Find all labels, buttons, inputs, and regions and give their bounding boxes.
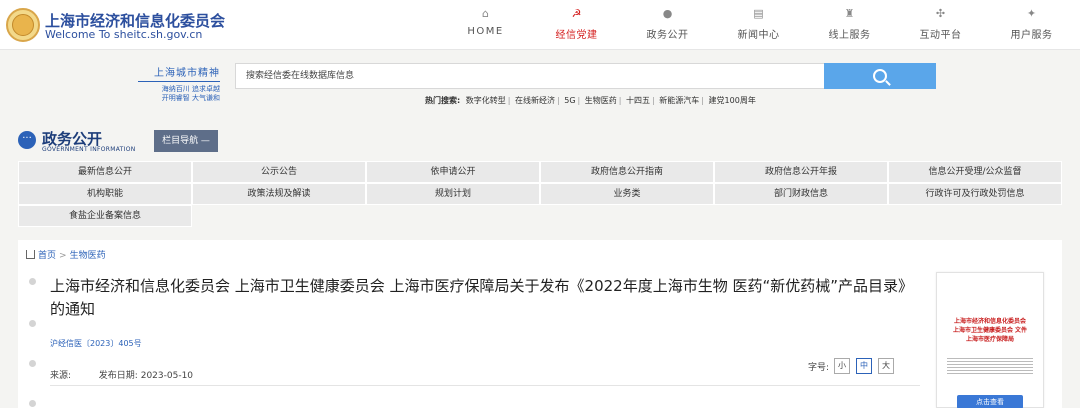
search-button[interactable] <box>824 63 936 89</box>
nav-label: 新闻中心 <box>737 30 780 41</box>
party-emblem-icon: ☭ <box>571 7 582 20</box>
font-size-label: 字号: <box>808 362 830 373</box>
grid-item-apply-disclosure[interactable]: 依申请公开 <box>366 161 540 183</box>
hot-keyword[interactable]: 数字化转型 <box>466 96 506 105</box>
nav-label: 政务公开 <box>646 30 689 41</box>
grid-item-business[interactable]: 业务类 <box>540 183 714 205</box>
breadcrumb-home[interactable]: 首页 <box>38 251 56 261</box>
grid-item-policy-regulations[interactable]: 政策法规及解读 <box>192 183 366 205</box>
logo-emblem-icon <box>12 14 34 36</box>
user-service-icon: ✦ <box>1026 7 1037 20</box>
document-number: 沪经信医〔2023〕405号 <box>50 339 142 348</box>
nav-user-service[interactable]: ✦ 用户服务 <box>986 6 1077 41</box>
home-icon <box>26 250 35 259</box>
breadcrumb: 首页 > 生物医药 <box>26 248 106 261</box>
bullet-dot <box>29 278 36 285</box>
article-panel: 首页 > 生物医药 上海市经济和信息化委员会 上海市卫生健康委员会 上海市医疗保障局… <box>18 240 1062 408</box>
main-nav: ⌂ HOME ☭ 经信党建 ● 政务公开 ▤ 新闻中心 ♜ 线上服务 ✣ 互动平… <box>440 6 1077 41</box>
site-header: 上海市经济和信息化委员会 Welcome To sheitc.sh.gov.cn… <box>0 0 1080 50</box>
bullet-dot <box>29 400 36 407</box>
service-icon: ♜ <box>844 7 855 20</box>
thumbnail-header-line: 上海市卫生健康委员会 文件 <box>952 327 1028 334</box>
hot-keyword[interactable]: 5G <box>564 96 575 105</box>
view-document-button[interactable]: 点击查看 <box>957 395 1023 408</box>
info-category-grid: 最新信息公开 公示公告 依申请公开 政府信息公开指南 政府信息公开年报 信息公开… <box>18 161 1062 227</box>
city-spirit-line1: 海纳百川 追求卓越 <box>161 85 220 93</box>
breadcrumb-current[interactable]: 生物医药 <box>70 251 106 261</box>
bullet-dot <box>29 360 36 367</box>
site-logo[interactable] <box>6 8 40 42</box>
article-title: 上海市经济和信息化委员会 上海市卫生健康委员会 上海市医疗保障局关于发布《202… <box>50 277 914 318</box>
divider <box>50 385 920 386</box>
nav-label: 经信党建 <box>555 30 598 41</box>
hot-search-label: 热门搜索: <box>425 96 461 105</box>
nav-interaction-platform[interactable]: ✣ 互动平台 <box>895 6 986 41</box>
interaction-icon: ✣ <box>935 7 946 20</box>
font-size-small-button[interactable]: 小 <box>834 358 851 374</box>
grid-item-org-functions[interactable]: 机构职能 <box>18 183 192 205</box>
grid-item-admin-license[interactable]: 行政许可及行政处罚信息 <box>888 183 1062 205</box>
search-input[interactable]: 搜索经信委在线数据库信息 <box>235 63 825 89</box>
hot-keyword[interactable]: 新能源汽车 <box>659 96 699 105</box>
section-subtitle: GOVERNMENT INFORMATION <box>42 146 136 153</box>
grid-item-public-supervision[interactable]: 信息公开受理/公众监督 <box>888 161 1062 183</box>
date-label: 发布日期: <box>98 371 138 381</box>
chat-bubble-icon: ● <box>662 7 673 20</box>
city-spirit-title: 上海城市精神 <box>138 64 220 82</box>
thumbnail-text-lines <box>947 356 1033 374</box>
hot-search: 热门搜索: 数字化转型 | 在线新经济 | 5G | 生物医药 | 十四五 | 新能源汽车… <box>425 96 756 105</box>
city-spirit-line2: 开明睿智 大气谦和 <box>161 94 220 102</box>
document-thumbnail[interactable]: 上海市经济和信息化委员会 上海市卫生健康委员会 文件 上海市医疗保障局 点击查看 <box>936 272 1044 408</box>
grid-item-announcements[interactable]: 公示公告 <box>192 161 366 183</box>
grid-item-annual-report[interactable]: 政府信息公开年报 <box>714 161 888 183</box>
bullet-dot <box>29 320 36 327</box>
article-meta: 来源: 发布日期: 2023-05-10 <box>50 368 193 381</box>
grid-item-disclosure-guide[interactable]: 政府信息公开指南 <box>540 161 714 183</box>
hot-keyword[interactable]: 在线新经济 <box>515 96 555 105</box>
home-icon: ⌂ <box>482 7 489 20</box>
nav-news-center[interactable]: ▤ 新闻中心 <box>713 6 804 41</box>
publish-date: 2023-05-10 <box>140 371 194 381</box>
thumbnail-header-line: 上海市医疗保障局 <box>965 336 1014 343</box>
city-spirit[interactable]: 上海城市精神 海纳百川 追求卓越 开明睿智 大气谦和 <box>138 64 220 103</box>
font-size-large-button[interactable]: 大 <box>878 358 895 374</box>
column-nav-button[interactable]: 栏目导航 — <box>154 130 218 152</box>
breadcrumb-separator: > <box>59 251 67 261</box>
chat-bubble-icon: ··· <box>18 131 36 149</box>
font-size-medium-button[interactable]: 中 <box>856 358 873 374</box>
nav-label: 线上服务 <box>828 30 871 41</box>
nav-label: HOME <box>467 26 504 37</box>
grid-item-latest-disclosure[interactable]: 最新信息公开 <box>18 161 192 183</box>
hot-keyword[interactable]: 建党100周年 <box>709 96 756 105</box>
thumbnail-header-line: 上海市经济和信息化委员会 <box>953 318 1026 325</box>
nav-online-service[interactable]: ♜ 线上服务 <box>804 6 895 41</box>
search-icon <box>873 69 887 83</box>
nav-label: 互动平台 <box>919 30 962 41</box>
nav-home[interactable]: ⌂ HOME <box>440 6 531 41</box>
grid-item-salt-enterprise[interactable]: 食盐企业备案信息 <box>18 205 192 227</box>
site-subtitle: Welcome To sheitc.sh.gov.cn <box>45 28 203 41</box>
nav-label: 用户服务 <box>1010 30 1053 41</box>
nav-government-affairs[interactable]: ● 政务公开 <box>622 6 713 41</box>
nav-party-building[interactable]: ☭ 经信党建 <box>531 6 622 41</box>
hot-keyword[interactable]: 十四五 <box>626 96 650 105</box>
font-size-switcher: 字号: 小 中 大 <box>808 358 900 374</box>
news-icon: ▤ <box>753 7 764 20</box>
hot-keyword[interactable]: 生物医药 <box>585 96 617 105</box>
grid-item-finance[interactable]: 部门财政信息 <box>714 183 888 205</box>
source-label: 来源: <box>50 371 72 381</box>
grid-item-planning[interactable]: 规划计划 <box>366 183 540 205</box>
